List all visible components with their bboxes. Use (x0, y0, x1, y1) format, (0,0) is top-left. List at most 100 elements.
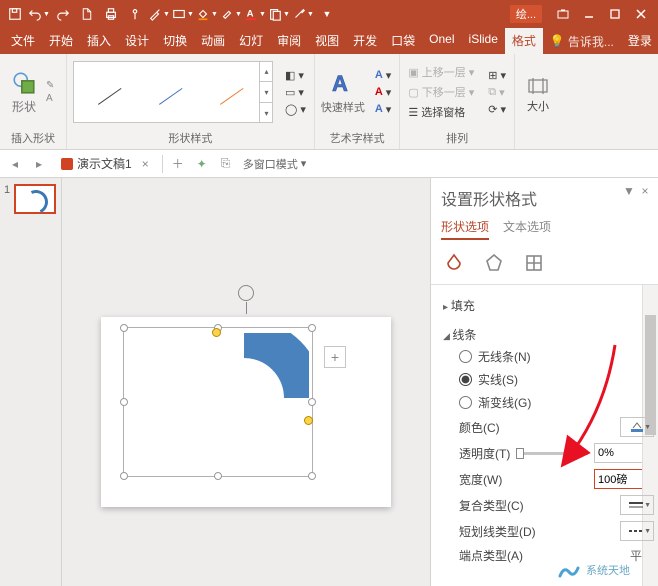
minimize-icon[interactable] (576, 3, 602, 25)
multi-window-button[interactable]: 多窗口模式 ▾ (241, 155, 309, 173)
selection-pane-button[interactable]: ☰选择窗格 (406, 103, 476, 121)
font-color-icon[interactable]: A▼ (244, 3, 266, 25)
tell-me[interactable]: 💡告诉我... (543, 28, 621, 54)
gallery-down-icon[interactable]: ▾ (260, 82, 273, 103)
rotate-icon: ⟳ (488, 103, 497, 116)
new-tab-icon[interactable]: ＋ (169, 155, 187, 173)
size-button[interactable]: 大小 (521, 74, 555, 114)
adjust-handle[interactable] (304, 416, 313, 425)
resize-handle[interactable] (120, 398, 128, 406)
document-tab[interactable]: 演示文稿1 × (54, 152, 156, 175)
text-fill-button[interactable]: A▾ (373, 68, 393, 83)
print-icon[interactable] (100, 3, 122, 25)
tab-design[interactable]: 设计 (118, 28, 156, 54)
pane-category-icons (431, 244, 658, 285)
tab-view[interactable]: 视图 (308, 28, 346, 54)
shape-fill-button[interactable]: ◧▾ (283, 68, 308, 83)
rotation-handle[interactable] (238, 285, 254, 301)
tab-developer[interactable]: 开发 (346, 28, 384, 54)
shapes-gallery-button[interactable]: 形状 (6, 70, 42, 115)
section-header-fill[interactable]: 填充 (443, 295, 654, 316)
slide-thumbnail[interactable]: 1 (4, 184, 57, 214)
shape-outline-button[interactable]: ▭▾ (283, 85, 308, 100)
adjust-handle[interactable] (212, 328, 221, 337)
paste-icon[interactable]: ▼ (268, 3, 290, 25)
tab-insert[interactable]: 插入 (80, 28, 118, 54)
section-header-line[interactable]: 线条 (443, 324, 654, 345)
send-backward-button[interactable]: ▢下移一层 ▾ (406, 83, 476, 101)
text-box-icon[interactable]: A (46, 93, 60, 104)
tab-pocket[interactable]: 口袋 (384, 28, 422, 54)
add-placeholder-button[interactable]: + (324, 346, 346, 368)
resize-handle[interactable] (308, 398, 316, 406)
dash-type-button[interactable] (620, 521, 654, 541)
resize-handle[interactable] (120, 472, 128, 480)
tab-shape-options[interactable]: 形状选项 (441, 218, 489, 240)
fill-line-category-icon[interactable] (443, 252, 465, 274)
text-outline-button[interactable]: A▾ (373, 85, 393, 100)
tab-format[interactable]: 格式 (505, 28, 543, 54)
resize-handle[interactable] (308, 324, 316, 332)
undo-icon[interactable]: ▼ (28, 3, 50, 25)
shape-tool-icon[interactable]: ▼ (172, 3, 194, 25)
radio-solid-line[interactable]: 实线(S) (443, 368, 654, 391)
resize-handle[interactable] (214, 472, 222, 480)
tab-options-icon[interactable]: ✦ (193, 155, 211, 173)
tab-review[interactable]: 审阅 (270, 28, 308, 54)
label-width: 宽度(W) (459, 471, 502, 488)
tab-close-icon[interactable]: × (142, 157, 149, 171)
maximize-icon[interactable] (602, 3, 628, 25)
tab-file[interactable]: 文件 (4, 28, 42, 54)
login-button[interactable]: 登录 (621, 28, 658, 54)
resize-handle[interactable] (308, 472, 316, 480)
eyedropper-icon[interactable]: ▼ (148, 3, 170, 25)
resize-handle[interactable] (120, 324, 128, 332)
save-icon[interactable] (4, 3, 26, 25)
nav-right-icon[interactable]: ▸ (30, 155, 48, 173)
shape-style-gallery[interactable]: ▴ ▾ ▾ (73, 61, 273, 123)
canvas[interactable]: + (62, 178, 430, 586)
tab-islide[interactable]: iSlide (462, 28, 505, 54)
edit-shape-icon[interactable]: ✎ (46, 80, 60, 91)
text-highlight-icon[interactable]: ▼ (220, 3, 242, 25)
text-effects-button[interactable]: A▾ (373, 102, 393, 117)
color-picker-button[interactable] (620, 417, 654, 437)
wordart-quickstyles-button[interactable]: A 快速样式 (321, 69, 365, 115)
touch-icon[interactable] (124, 3, 146, 25)
tab-text-options[interactable]: 文本选项 (503, 218, 551, 240)
radio-gradient-line[interactable]: 渐变线(G) (443, 391, 654, 414)
size-category-icon[interactable] (523, 252, 545, 274)
pane-close-icon[interactable]: × (638, 184, 652, 198)
pane-menu-icon[interactable]: ▼ (622, 184, 636, 198)
rotate-button[interactable]: ⟳▾ (486, 102, 508, 117)
tab-home[interactable]: 开始 (42, 28, 80, 54)
format-shape-pane: ▼ × 设置形状格式 形状选项 文本选项 填充 线条 无线条(N) 实线(S) … (430, 178, 658, 586)
radio-no-line[interactable]: 无线条(N) (443, 345, 654, 368)
group-button[interactable]: ⧉▾ (486, 85, 508, 100)
new-file-icon[interactable] (76, 3, 98, 25)
slide[interactable]: + (101, 317, 391, 507)
redo-icon[interactable] (52, 3, 74, 25)
selection-box[interactable]: + (123, 327, 313, 477)
pin-icon[interactable]: ⎘ (217, 155, 235, 173)
tab-onel[interactable]: Onel (422, 28, 461, 54)
ribbon-options-icon[interactable] (550, 3, 576, 25)
brush-icon[interactable]: ▼ (292, 3, 314, 25)
gallery-up-icon[interactable]: ▴ (260, 61, 273, 82)
nav-left-icon[interactable]: ◂ (6, 155, 24, 173)
tab-transitions[interactable]: 切换 (156, 28, 194, 54)
shape-effects-button[interactable]: ◯▾ (283, 102, 308, 117)
compound-type-button[interactable] (620, 495, 654, 515)
bring-forward-button[interactable]: ▣上移一层 ▾ (406, 63, 476, 81)
arc-shape[interactable] (179, 333, 309, 463)
tab-animations[interactable]: 动画 (194, 28, 232, 54)
gallery-more-icon[interactable]: ▾ (260, 103, 273, 123)
effects-category-icon[interactable] (483, 252, 505, 274)
tab-slideshow[interactable]: 幻灯 (232, 28, 270, 54)
align-button[interactable]: ⊞▾ (486, 68, 508, 83)
fill-bucket-icon[interactable]: ▼ (196, 3, 218, 25)
row-compound: 复合类型(C) (443, 492, 654, 518)
close-icon[interactable] (628, 3, 654, 25)
qat-overflow-icon[interactable]: ▼ (316, 3, 338, 25)
transparency-slider[interactable] (516, 452, 588, 455)
